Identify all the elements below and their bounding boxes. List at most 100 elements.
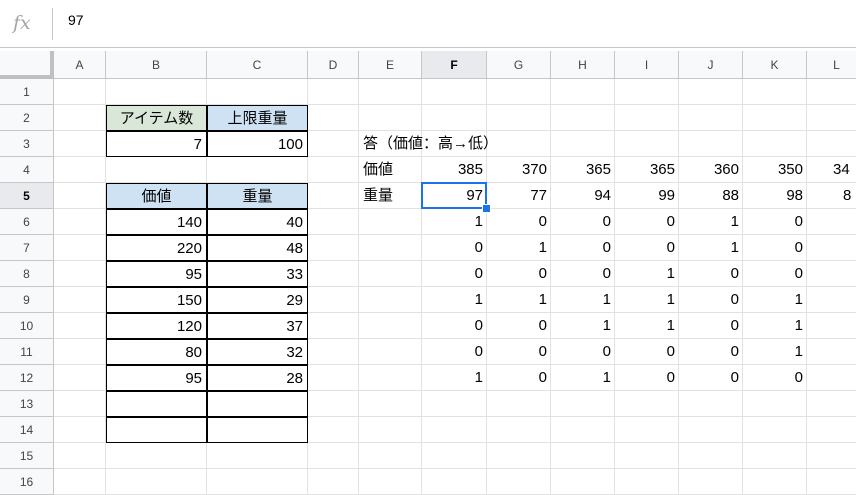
cell-answer-flag[interactable]: 0	[551, 209, 615, 235]
cell-answer-flag[interactable]: 1	[487, 287, 551, 313]
cell-answer-flag[interactable]: 1	[422, 365, 487, 391]
cell-answer-flag[interactable]: 0	[615, 365, 679, 391]
cell-b3-item-count[interactable]: 7	[106, 131, 207, 157]
cell-answer-flag[interactable]: 0	[679, 365, 743, 391]
cell-answer-flag[interactable]: 1	[743, 339, 807, 365]
cell-answer-flag[interactable]: 1	[743, 313, 807, 339]
row-header-12[interactable]: 12	[0, 365, 54, 391]
cell-answer-weight[interactable]: 8	[807, 183, 856, 209]
cell-answer-value[interactable]: 360	[679, 157, 743, 183]
column-header-d[interactable]: D	[308, 51, 359, 79]
cell-answer-weight[interactable]: 88	[679, 183, 743, 209]
cell-answer-flag[interactable]: 0	[551, 235, 615, 261]
select-all-corner[interactable]	[0, 51, 54, 79]
cell-answer-flag[interactable]: 1	[615, 261, 679, 287]
cell-answer-value[interactable]: 365	[615, 157, 679, 183]
cell-answer-weight[interactable]: 98	[743, 183, 807, 209]
cell-answer-flag[interactable]: 1	[422, 287, 487, 313]
cell-c5-weight-header[interactable]: 重量	[207, 183, 308, 209]
cell-e4-value-label[interactable]: 価値	[359, 157, 422, 183]
cell-item-value[interactable]: 220	[106, 235, 207, 261]
cell-answer-flag[interactable]: 1	[422, 209, 487, 235]
formula-input[interactable]: 97	[68, 12, 84, 28]
column-header-f[interactable]: F	[422, 51, 487, 79]
cell-answer-flag[interactable]: 0	[743, 235, 807, 261]
cell-item-value[interactable]: 150	[106, 287, 207, 313]
cell-e5-weight-label[interactable]: 重量	[359, 183, 422, 209]
cell-answer-value[interactable]: 365	[551, 157, 615, 183]
cell-item-weight[interactable]: 29	[207, 287, 308, 313]
cell-c2-capacity-label[interactable]: 上限重量	[207, 105, 308, 131]
row-header-6[interactable]: 6	[0, 209, 54, 235]
cell-item-value[interactable]: 120	[106, 313, 207, 339]
cell-answer-flag[interactable]: 0	[487, 313, 551, 339]
cell-answer-flag[interactable]: 0	[487, 339, 551, 365]
cell-item-weight[interactable]: 40	[207, 209, 308, 235]
fill-handle[interactable]	[482, 204, 491, 213]
row-header-2[interactable]: 2	[0, 105, 54, 131]
cell-answer-flag[interactable]: 0	[615, 339, 679, 365]
row-header-11[interactable]: 11	[0, 339, 54, 365]
cell-answer-value[interactable]: 385	[422, 157, 487, 183]
cell-answer-flag[interactable]: 1	[615, 313, 679, 339]
cell-answer-flag[interactable]: 1	[551, 313, 615, 339]
cell-answer-flag[interactable]: 1	[679, 235, 743, 261]
cell-answer-value[interactable]: 350	[743, 157, 807, 183]
cell-answer-flag[interactable]: 0	[615, 209, 679, 235]
cell-answer-flag[interactable]: 0	[743, 261, 807, 287]
cell-b2-item-count-label[interactable]: アイテム数	[106, 105, 207, 131]
column-header-i[interactable]: I	[615, 51, 679, 79]
cell-answer-value[interactable]: 370	[487, 157, 551, 183]
cell-answer-flag[interactable]: 1	[679, 209, 743, 235]
cell-item-value[interactable]	[106, 391, 207, 417]
cell-answer-flag[interactable]: 0	[422, 313, 487, 339]
cell-item-weight[interactable]	[207, 417, 308, 443]
cell-answer-flag[interactable]: 0	[679, 313, 743, 339]
cell-answer-flag[interactable]: 0	[487, 261, 551, 287]
cell-item-weight[interactable]: 37	[207, 313, 308, 339]
column-header-h[interactable]: H	[551, 51, 615, 79]
cell-answer-flag[interactable]: 0	[551, 339, 615, 365]
cell-answer-flag[interactable]: 0	[679, 339, 743, 365]
row-header-13[interactable]: 13	[0, 391, 54, 417]
column-header-k[interactable]: K	[743, 51, 807, 79]
cell-answer-flag[interactable]: 1	[551, 365, 615, 391]
row-header-8[interactable]: 8	[0, 261, 54, 287]
cell-item-value[interactable]: 80	[106, 339, 207, 365]
cell-item-value[interactable]: 95	[106, 365, 207, 391]
cell-answer-flag[interactable]: 0	[487, 209, 551, 235]
cell-e3-answer-title[interactable]: 答（価値：高→低）	[359, 131, 559, 157]
row-header-9[interactable]: 9	[0, 287, 54, 313]
row-header-1[interactable]: 1	[0, 79, 54, 105]
column-header-j[interactable]: J	[679, 51, 743, 79]
cell-answer-flag[interactable]: 0	[551, 261, 615, 287]
cell-answer-flag[interactable]: 0	[743, 365, 807, 391]
cell-b5-value-header[interactable]: 価値	[106, 183, 207, 209]
cell-c3-capacity[interactable]: 100	[207, 131, 308, 157]
cell-answer-flag[interactable]: 0	[422, 235, 487, 261]
cell-answer-weight[interactable]: 99	[615, 183, 679, 209]
cell-answer-flag[interactable]: 0	[679, 261, 743, 287]
cell-answer-flag[interactable]: 0	[487, 365, 551, 391]
cell-answer-flag[interactable]: 0	[422, 261, 487, 287]
column-header-a[interactable]: A	[54, 51, 106, 79]
cell-item-value[interactable]: 140	[106, 209, 207, 235]
row-header-4[interactable]: 4	[0, 157, 54, 183]
cell-answer-flag[interactable]: 0	[422, 339, 487, 365]
cell-item-weight[interactable]	[207, 391, 308, 417]
cell-answer-flag[interactable]: 1	[487, 235, 551, 261]
column-header-c[interactable]: C	[207, 51, 308, 79]
cell-answer-flag[interactable]: 1	[615, 287, 679, 313]
cell-answer-flag[interactable]: 1	[743, 287, 807, 313]
cell-item-weight[interactable]: 33	[207, 261, 308, 287]
cell-answer-flag[interactable]: 1	[551, 287, 615, 313]
row-header-14[interactable]: 14	[0, 417, 54, 443]
column-header-g[interactable]: G	[487, 51, 551, 79]
column-header-e[interactable]: E	[359, 51, 422, 79]
cell-item-value[interactable]	[106, 417, 207, 443]
cell-item-weight[interactable]: 48	[207, 235, 308, 261]
row-header-10[interactable]: 10	[0, 313, 54, 339]
cell-item-weight[interactable]: 28	[207, 365, 308, 391]
cell-item-weight[interactable]: 32	[207, 339, 308, 365]
cell-answer-weight[interactable]: 94	[551, 183, 615, 209]
